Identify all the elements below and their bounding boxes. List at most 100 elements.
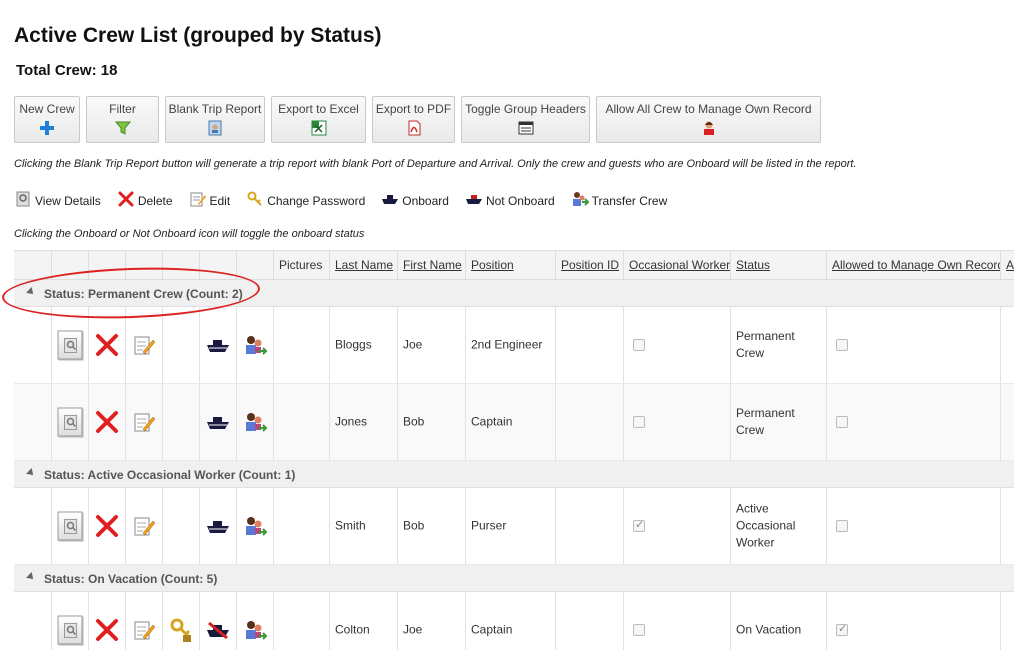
header-allowed-manage[interactable]: Allowed to Manage Own Record (826, 251, 1000, 280)
group-header[interactable]: Status: On Vacation (Count: 5) (14, 565, 1014, 592)
delete-icon[interactable] (95, 410, 119, 434)
collapse-arrow-icon[interactable] (26, 572, 36, 582)
excel-icon (310, 119, 328, 137)
transfer-icon[interactable] (243, 411, 267, 433)
legend-onboard-label: Onboard (402, 194, 449, 208)
header-status[interactable]: Status (730, 251, 826, 280)
collapse-arrow-icon[interactable] (26, 287, 36, 297)
header-pictures[interactable]: Pictures (273, 251, 329, 280)
header-spacer (14, 251, 51, 280)
view-details-icon[interactable] (57, 511, 83, 541)
view-details-icon[interactable] (57, 330, 83, 360)
ship-icon[interactable] (206, 337, 230, 353)
export-pdf-button[interactable]: Export to PDF (372, 96, 455, 143)
blank-trip-note: Clicking the Blank Trip Report button wi… (14, 158, 857, 170)
legend-delete: Delete (117, 190, 173, 208)
page-title: Active Crew List (grouped by Status) (14, 24, 382, 47)
occasional-worker-checkbox (633, 339, 645, 351)
ship-red-icon[interactable] (206, 621, 230, 639)
allowed-cell (826, 307, 1000, 383)
delete-icon[interactable] (95, 618, 119, 642)
header-last-name[interactable]: Last Name (329, 251, 397, 280)
delete-cell (88, 384, 125, 460)
legend-view-details: View Details (14, 190, 101, 208)
header-position[interactable]: Position (465, 251, 555, 280)
group-label: Status: Permanent Crew (Count: 2) (44, 287, 243, 301)
view-cell (51, 384, 88, 460)
ship-icon[interactable] (206, 414, 230, 430)
legend-delete-label: Delete (137, 194, 173, 208)
user-icon (700, 119, 718, 137)
delete-cell (88, 488, 125, 564)
view-details-icon[interactable] (57, 407, 83, 437)
collapse-arrow-icon[interactable] (26, 468, 36, 478)
edit-icon[interactable] (133, 411, 155, 433)
legend-onboard: Onboard (381, 190, 449, 208)
last-name-cell: Smith (329, 488, 397, 564)
delete-cell (88, 592, 125, 650)
transfer-icon[interactable] (243, 619, 267, 641)
group-header[interactable]: Status: Permanent Crew (Count: 2) (14, 280, 1014, 307)
edit-cell (125, 592, 162, 650)
transfer-cell (236, 307, 273, 383)
occasional-cell (623, 384, 730, 460)
allowed-cell (826, 592, 1000, 650)
pdf-icon (405, 119, 423, 137)
key-icon[interactable] (169, 617, 193, 643)
edit-cell (125, 307, 162, 383)
ship-icon[interactable] (206, 518, 230, 534)
edit-icon[interactable] (133, 334, 155, 356)
last-name: Bloggs (335, 337, 372, 352)
group-header[interactable]: Status: Active Occasional Worker (Count:… (14, 461, 1014, 488)
edit-cell (125, 384, 162, 460)
first-name-cell: Joe (397, 592, 465, 650)
header-first-name[interactable]: First Name (397, 251, 465, 280)
delete-icon[interactable] (95, 514, 119, 538)
status-cell: Permanent Crew (730, 307, 826, 383)
transfer-icon[interactable] (243, 515, 267, 537)
headers-icon (517, 119, 535, 137)
allow-all-crew-button[interactable]: Allow All Crew to Manage Own Record (596, 96, 821, 143)
position-cell: Purser (465, 488, 555, 564)
partial-cell (1000, 488, 1014, 564)
onboard-cell (199, 592, 236, 650)
status-cell: On Vacation (730, 592, 826, 650)
view-cell (51, 592, 88, 650)
occasional-cell (623, 488, 730, 564)
transfer-cell (236, 488, 273, 564)
view-details-icon[interactable] (57, 615, 83, 645)
occasional-cell (623, 592, 730, 650)
table-row: Smith Bob Purser Active Occasional Worker (14, 488, 1014, 565)
pictures-cell (273, 592, 329, 650)
password-cell (162, 592, 199, 650)
occasional-cell (623, 307, 730, 383)
last-name-cell: Jones (329, 384, 397, 460)
header-position-id[interactable]: Position ID (555, 251, 623, 280)
pictures-cell (273, 488, 329, 564)
occasional-worker-checkbox (633, 624, 645, 636)
row-spacer (14, 488, 51, 564)
first-name-cell: Joe (397, 307, 465, 383)
password-cell (162, 307, 199, 383)
header-occasional-worker[interactable]: Occasional Worker (623, 251, 730, 280)
filter-button[interactable]: Filter (86, 96, 159, 143)
edit-icon[interactable] (133, 515, 155, 537)
group-label: Status: Active Occasional Worker (Count:… (44, 468, 296, 482)
delete-icon[interactable] (95, 333, 119, 357)
transfer-cell (236, 384, 273, 460)
transfer-icon[interactable] (243, 334, 267, 356)
edit-icon[interactable] (133, 619, 155, 641)
new-crew-button[interactable]: New Crew (14, 96, 80, 143)
position-id-cell (555, 384, 623, 460)
last-name-cell: Colton (329, 592, 397, 650)
legend-transfer-crew: Transfer Crew (571, 190, 667, 208)
export-excel-button[interactable]: Export to Excel (271, 96, 366, 143)
header-delete (88, 251, 125, 280)
view-cell (51, 488, 88, 564)
report-icon (206, 119, 224, 137)
status-cell: Permanent Crew (730, 384, 826, 460)
toggle-group-headers-button[interactable]: Toggle Group Headers (461, 96, 590, 143)
blank-trip-report-button[interactable]: Blank Trip Report (165, 96, 265, 143)
first-name-cell: Bob (397, 488, 465, 564)
header-partial-column[interactable]: A (1000, 251, 1014, 280)
